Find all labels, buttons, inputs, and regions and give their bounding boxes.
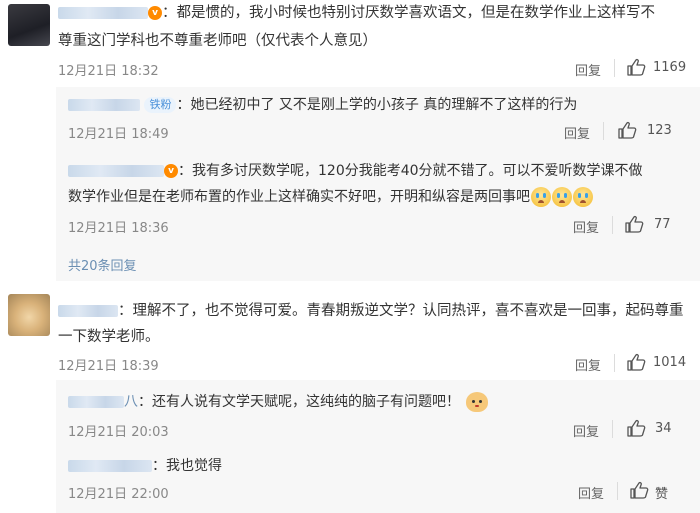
- divider: [617, 482, 618, 500]
- divider: [612, 216, 613, 234]
- reply-button[interactable]: 回复: [573, 217, 599, 236]
- like-count: 123: [647, 123, 672, 138]
- reply-text-line: ：我也觉得: [68, 454, 222, 478]
- reply-timestamp: 12月21日 18:36: [68, 221, 169, 236]
- reply-button[interactable]: 回复: [575, 60, 601, 79]
- reply-text-line: 铁粉 ：她已经初中了 又不是刚上学的小孩子 真的理解不了这样的行为: [68, 93, 577, 117]
- reply-timestamp: 12月21日 18:49: [68, 127, 169, 142]
- reply-text-line: 数学作业但是在老师布置的作业上这样确实不好吧，开明和纵容是两回事吧: [68, 185, 593, 209]
- comment-timestamp: 12月21日 18:39: [58, 359, 159, 374]
- like-count: 77: [654, 217, 671, 232]
- username-blurred[interactable]: [68, 396, 124, 408]
- thumbs-up-icon[interactable]: [626, 58, 646, 76]
- crying-face-icon: [531, 187, 551, 207]
- reply-button[interactable]: 回复: [575, 355, 601, 374]
- comment-text-line: v ：都是惯的，我小时候也特别讨厌数学喜欢语文，但是在数学作业上这样写不: [58, 1, 655, 25]
- comment-text-line: 一下数学老师。: [58, 329, 160, 345]
- comment-timestamp: 12月21日 18:32: [58, 64, 159, 79]
- divider: [614, 59, 615, 77]
- crying-face-icon: [573, 187, 593, 207]
- username-blurred[interactable]: [68, 165, 164, 177]
- like-count: 1169: [653, 60, 687, 75]
- verified-badge-icon: v: [164, 164, 178, 178]
- username-suffix[interactable]: 八: [124, 394, 138, 410]
- reply-button[interactable]: 回复: [564, 123, 590, 142]
- reply-list: 八：还有人说有文学天赋呢，这纯纯的脑子有问题吧！ 12月21日 20:03 回复…: [56, 380, 700, 513]
- thumbs-up-icon[interactable]: [626, 353, 646, 371]
- reply-text-line: v ：我有多讨厌数学呢，120分我能考40分就不错了。可以不爱听数学课不做: [68, 159, 643, 183]
- verified-badge-icon: v: [148, 6, 162, 20]
- reply-button[interactable]: 回复: [578, 483, 604, 502]
- fan-badge: 铁粉: [144, 97, 177, 113]
- reply-button[interactable]: 回复: [573, 421, 599, 440]
- divider: [614, 354, 615, 372]
- crying-face-icon: [552, 187, 572, 207]
- username-blurred[interactable]: [68, 99, 140, 111]
- like-count: 1014: [653, 355, 687, 370]
- commenter-avatar[interactable]: [8, 294, 50, 336]
- username-blurred[interactable]: [58, 7, 148, 19]
- thumbs-up-icon[interactable]: [617, 121, 637, 139]
- username-blurred[interactable]: [58, 305, 118, 317]
- thumbs-up-icon[interactable]: [626, 419, 646, 437]
- like-count: 34: [655, 421, 672, 436]
- reply-timestamp: 12月21日 20:03: [68, 425, 169, 440]
- thumbs-up-icon[interactable]: [629, 481, 649, 499]
- comment-text-line: ：理解不了，也不觉得可爱。青春期叛逆文学？认同热评，喜不喜欢是一回事，起码尊重: [58, 299, 684, 323]
- reply-list: 铁粉 ：她已经初中了 又不是刚上学的小孩子 真的理解不了这样的行为 12月21日 …: [56, 87, 700, 281]
- reply-timestamp: 12月21日 22:00: [68, 487, 169, 502]
- like-label: 赞: [655, 487, 669, 502]
- comment-text-line: 尊重这门学科也不尊重老师吧（仅代表个人意见）: [58, 33, 377, 49]
- username-blurred[interactable]: [68, 460, 152, 472]
- thumbs-up-icon[interactable]: [624, 215, 644, 233]
- cat-face-icon: [466, 392, 488, 412]
- divider: [612, 420, 613, 438]
- reply-text-line: 八：还有人说有文学天赋呢，这纯纯的脑子有问题吧！: [68, 390, 488, 414]
- commenter-avatar[interactable]: [8, 4, 50, 46]
- divider: [603, 122, 604, 140]
- view-all-replies-link[interactable]: 共20条回复: [68, 255, 137, 274]
